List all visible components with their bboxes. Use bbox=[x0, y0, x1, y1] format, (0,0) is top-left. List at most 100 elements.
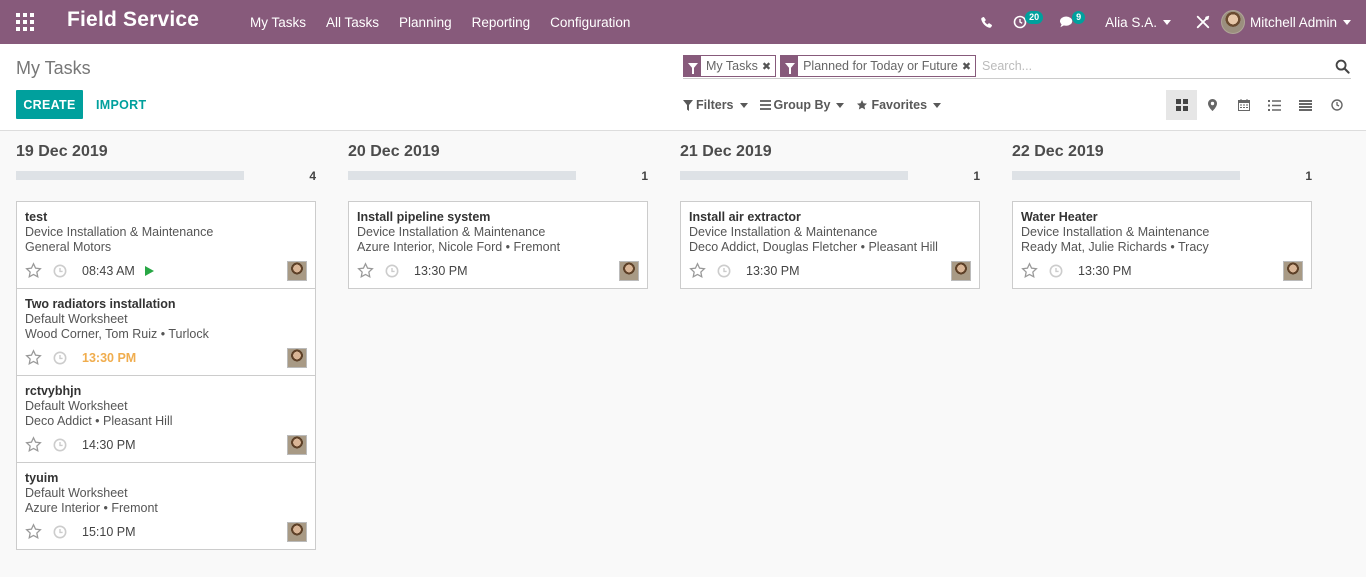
facet-label: My Tasks bbox=[706, 59, 758, 73]
column-progress-bar[interactable] bbox=[1012, 171, 1240, 180]
view-switcher bbox=[1166, 90, 1352, 120]
star-icon bbox=[857, 100, 868, 110]
breadcrumb: My Tasks bbox=[16, 58, 91, 78]
task-customer: Azure Interior, Nicole Ford • Fremont bbox=[357, 240, 561, 254]
task-time: 13:30 PM bbox=[82, 351, 137, 365]
calendar-view-button[interactable] bbox=[1228, 90, 1259, 120]
clock-icon[interactable] bbox=[53, 264, 67, 278]
user-avatar bbox=[1220, 10, 1245, 34]
caret-down-icon bbox=[1162, 19, 1171, 25]
task-time: 13:30 PM bbox=[414, 264, 468, 278]
menu-reporting[interactable]: Reporting bbox=[462, 0, 541, 44]
task-card[interactable]: Install pipeline system Device Installat… bbox=[349, 202, 647, 288]
clock-icon[interactable] bbox=[1049, 264, 1063, 278]
filter-icon bbox=[684, 56, 701, 76]
tools-icon bbox=[1196, 15, 1210, 29]
column-count: 1 bbox=[1305, 169, 1312, 183]
kanban-view-button[interactable] bbox=[1166, 90, 1197, 120]
list-view-button[interactable] bbox=[1259, 90, 1290, 120]
clock-icon[interactable] bbox=[385, 264, 399, 278]
create-button[interactable]: CREATE bbox=[16, 90, 83, 119]
map-marker-icon bbox=[1208, 99, 1217, 111]
groupby-dropdown[interactable]: Group By bbox=[759, 98, 845, 112]
caret-down-icon bbox=[1343, 19, 1351, 25]
task-title: rctvybhjn bbox=[25, 384, 82, 398]
groupby-label: Group By bbox=[773, 98, 831, 112]
star-icon[interactable] bbox=[1021, 262, 1038, 279]
column-count: 4 bbox=[309, 169, 316, 183]
user-menu[interactable]: Mitchell Admin bbox=[1220, 0, 1366, 44]
kanban-board: 19 Dec 2019 4 test Device Installation &… bbox=[0, 131, 1366, 577]
task-worksheet: Device Installation & Maintenance bbox=[689, 225, 878, 239]
menu-all-tasks[interactable]: All Tasks bbox=[316, 0, 389, 44]
play-icon[interactable] bbox=[145, 266, 154, 276]
task-title: Water Heater bbox=[1021, 210, 1098, 224]
task-worksheet: Device Installation & Maintenance bbox=[1021, 225, 1210, 239]
task-card[interactable]: tyuim Default Worksheet Azure Interior •… bbox=[17, 463, 315, 549]
debug-tools-button[interactable] bbox=[1185, 0, 1221, 44]
search-icon[interactable] bbox=[1335, 59, 1350, 74]
calendar-icon bbox=[1237, 99, 1250, 111]
task-worksheet: Device Installation & Maintenance bbox=[357, 225, 546, 239]
column-progress-bar[interactable] bbox=[680, 171, 908, 180]
filters-label: Filters bbox=[696, 98, 734, 112]
column-title[interactable]: 19 Dec 2019 bbox=[16, 143, 108, 161]
column-title[interactable]: 20 Dec 2019 bbox=[348, 143, 440, 161]
column-progress-bar[interactable] bbox=[16, 171, 244, 180]
assignee-avatar bbox=[287, 348, 307, 368]
facet-close-icon[interactable]: ✖ bbox=[762, 60, 775, 73]
menu-my-tasks[interactable]: My Tasks bbox=[240, 0, 316, 44]
task-card[interactable]: rctvybhjn Default Worksheet Deco Addict … bbox=[17, 376, 315, 463]
star-icon[interactable] bbox=[25, 436, 42, 453]
task-time: 13:30 PM bbox=[1078, 264, 1132, 278]
task-customer: Ready Mat, Julie Richards • Tracy bbox=[1021, 240, 1209, 254]
search-options: Filters Group By Favorites bbox=[683, 98, 953, 112]
activity-view-button[interactable] bbox=[1321, 90, 1352, 120]
column-title[interactable]: 21 Dec 2019 bbox=[680, 143, 772, 161]
company-switcher[interactable]: Alia S.A. bbox=[1101, 0, 1185, 44]
column-progress-bar[interactable] bbox=[348, 171, 576, 180]
facet-close-icon[interactable]: ✖ bbox=[962, 60, 975, 73]
task-customer: Deco Addict, Douglas Fletcher • Pleasant… bbox=[689, 240, 938, 254]
apps-grid-icon[interactable] bbox=[16, 13, 34, 31]
menu-planning[interactable]: Planning bbox=[389, 0, 462, 44]
menu-configuration[interactable]: Configuration bbox=[540, 0, 640, 44]
star-icon[interactable] bbox=[25, 262, 42, 279]
task-customer: Azure Interior • Fremont bbox=[25, 501, 158, 515]
star-icon[interactable] bbox=[357, 262, 374, 279]
star-icon[interactable] bbox=[689, 262, 706, 279]
task-time: 13:30 PM bbox=[746, 264, 800, 278]
task-card[interactable]: Water Heater Device Installation & Maint… bbox=[1013, 202, 1311, 288]
import-button[interactable]: IMPORT bbox=[96, 90, 146, 119]
favorites-dropdown[interactable]: Favorites bbox=[856, 98, 942, 112]
task-worksheet: Default Worksheet bbox=[25, 486, 128, 500]
phone-button[interactable] bbox=[967, 0, 1005, 44]
clock-icon[interactable] bbox=[717, 264, 731, 278]
task-card[interactable]: Install air extractor Device Installatio… bbox=[681, 202, 979, 288]
map-view-button[interactable] bbox=[1197, 90, 1228, 120]
filter-icon bbox=[781, 56, 799, 76]
assignee-avatar bbox=[951, 261, 971, 281]
column-title[interactable]: 22 Dec 2019 bbox=[1012, 143, 1104, 161]
task-card[interactable]: Two radiators installation Default Works… bbox=[17, 289, 315, 376]
column-count: 1 bbox=[641, 169, 648, 183]
star-icon[interactable] bbox=[25, 523, 42, 540]
filters-dropdown[interactable]: Filters bbox=[683, 98, 748, 112]
task-worksheet: Device Installation & Maintenance bbox=[25, 225, 214, 239]
clock-icon[interactable] bbox=[53, 438, 67, 452]
task-worksheet: Default Worksheet bbox=[25, 399, 128, 413]
messages-badge: 9 bbox=[1072, 11, 1086, 24]
task-card[interactable]: test Device Installation & Maintenance G… bbox=[17, 202, 315, 289]
search-input[interactable] bbox=[980, 55, 1351, 77]
activity-button[interactable]: 20 bbox=[1005, 0, 1055, 44]
clock-icon[interactable] bbox=[53, 525, 67, 539]
facet-label: Planned for Today or Future bbox=[803, 59, 958, 73]
messages-button[interactable]: 9 bbox=[1055, 0, 1101, 44]
clock-icon[interactable] bbox=[53, 351, 67, 365]
star-icon[interactable] bbox=[25, 349, 42, 366]
kanban-icon bbox=[1175, 99, 1188, 111]
gantt-view-button[interactable] bbox=[1290, 90, 1321, 120]
card-list: Install air extractor Device Installatio… bbox=[680, 201, 980, 289]
assignee-avatar bbox=[1283, 261, 1303, 281]
task-time: 15:10 PM bbox=[82, 525, 136, 539]
